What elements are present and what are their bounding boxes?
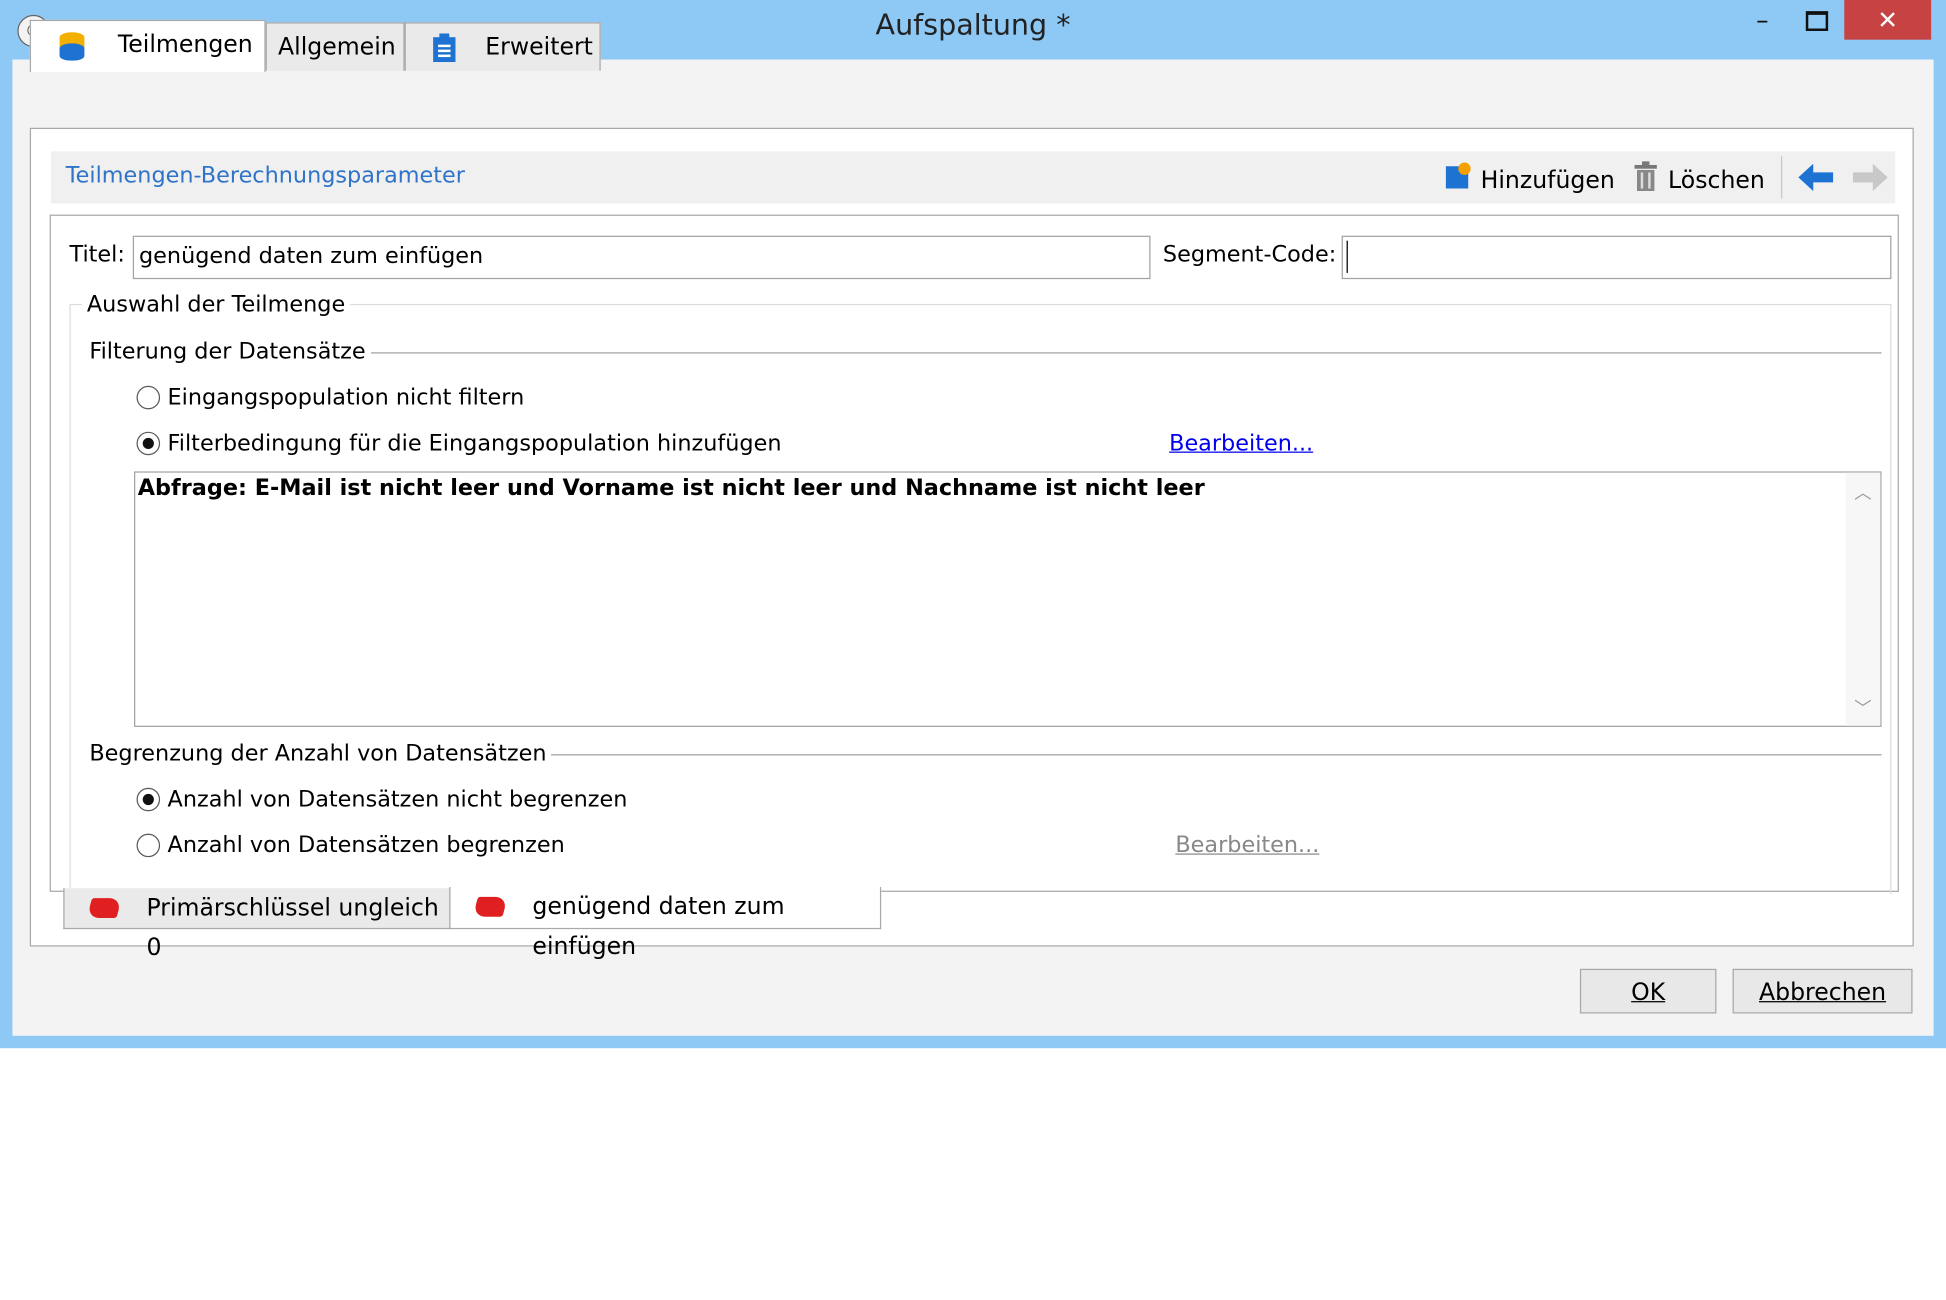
add-icon (1443, 161, 1471, 201)
add-button[interactable]: Hinzufügen (1443, 161, 1615, 196)
delete-label: Löschen (1668, 166, 1765, 195)
clipboard-icon (431, 32, 458, 79)
limit-section-title: Begrenzung der Anzahl von Datensätzen (89, 740, 552, 767)
scroll-down-icon[interactable]: ﹀ (1854, 696, 1871, 721)
delete-button[interactable]: Löschen (1633, 161, 1765, 196)
cancel-label: Abbrechen (1758, 978, 1887, 1007)
subset-tab-primary-key[interactable]: Primärschlüssel ungleich 0 (63, 888, 451, 961)
limit-none-radio[interactable] (136, 787, 161, 812)
ok-button[interactable]: OK (1579, 968, 1717, 1014)
edit-filter-link[interactable]: Bearbeiten... (1169, 430, 1313, 456)
toolbar-title: Teilmengen-Berechnungsparameter (65, 162, 465, 189)
filter-add-radio[interactable] (136, 431, 161, 456)
title-label: Titel: (69, 241, 125, 268)
close-icon: ✕ (1877, 4, 1899, 35)
dialog-window: ◔ Aufspaltung * – ✕ Teilmengen Allgemein… (0, 0, 1946, 1049)
ok-label: OK (1631, 978, 1666, 1007)
scroll-up-icon[interactable]: ︿ (1854, 480, 1871, 505)
limit-none-label: Anzahl von Datensätzen nicht begrenzen (167, 786, 628, 813)
tab-label: Allgemein (278, 33, 396, 61)
maximize-icon (1805, 11, 1829, 32)
subset-tab-enough-data[interactable]: genügend daten zum einfügen (449, 886, 882, 960)
query-textarea[interactable]: Abfrage: E-Mail ist nicht leer und Vorna… (134, 471, 1882, 727)
subset-tab-label: Primärschlüssel ungleich 0 (146, 894, 439, 962)
tab-label: Erweitert (485, 33, 593, 61)
close-button[interactable]: ✕ (1844, 0, 1932, 40)
cancel-button[interactable]: Abbrechen (1732, 968, 1913, 1014)
radio-selected-dot (142, 437, 154, 450)
query-text: Abfrage: E-Mail ist nicht leer und Vorna… (137, 475, 1205, 502)
maximize-button[interactable] (1792, 0, 1842, 40)
segment-code-label: Segment-Code: (1162, 241, 1337, 268)
filter-none-radio[interactable] (136, 385, 161, 410)
subset-shape-icon (86, 898, 122, 918)
next-arrow-icon[interactable] (1850, 163, 1888, 196)
database-icon (58, 30, 85, 61)
segment-code-input[interactable] (1341, 235, 1892, 280)
tab-allgemein[interactable]: Allgemein (265, 22, 405, 71)
query-scrollbar[interactable]: ︿ ﹀ (1845, 472, 1881, 726)
filter-none-label: Eingangspopulation nicht filtern (167, 384, 525, 411)
tab-teilmengen[interactable]: Teilmengen (29, 19, 266, 72)
title-input[interactable]: genügend daten zum einfügen (132, 235, 1151, 280)
filter-add-label: Filterbedingung für die Eingangspopulati… (167, 430, 782, 457)
subset-shape-icon (472, 896, 508, 917)
tab-erweitert[interactable]: Erweitert (404, 22, 601, 71)
text-cursor (1346, 240, 1348, 273)
trash-icon (1633, 161, 1658, 201)
previous-arrow-icon[interactable] (1798, 163, 1835, 196)
radio-selected-dot (142, 793, 154, 806)
filter-section-title: Filterung der Datensätze (89, 338, 371, 365)
tab-label: Teilmengen (117, 31, 253, 59)
subset-selection-label: Auswahl der Teilmenge (81, 291, 351, 318)
toolbar-separator (1780, 156, 1783, 199)
edit-limit-link: Bearbeiten... (1175, 832, 1320, 859)
limit-records-label: Anzahl von Datensätzen begrenzen (167, 832, 565, 859)
add-label: Hinzufügen (1480, 166, 1615, 195)
subset-tab-label: genügend daten zum einfügen (532, 893, 785, 961)
limit-records-radio[interactable] (136, 833, 161, 858)
subset-toolbar: Teilmengen-Berechnungsparameter Hinzufüg… (50, 151, 1896, 204)
minimize-icon: – (1756, 4, 1769, 35)
minimize-button[interactable]: – (1740, 0, 1785, 40)
